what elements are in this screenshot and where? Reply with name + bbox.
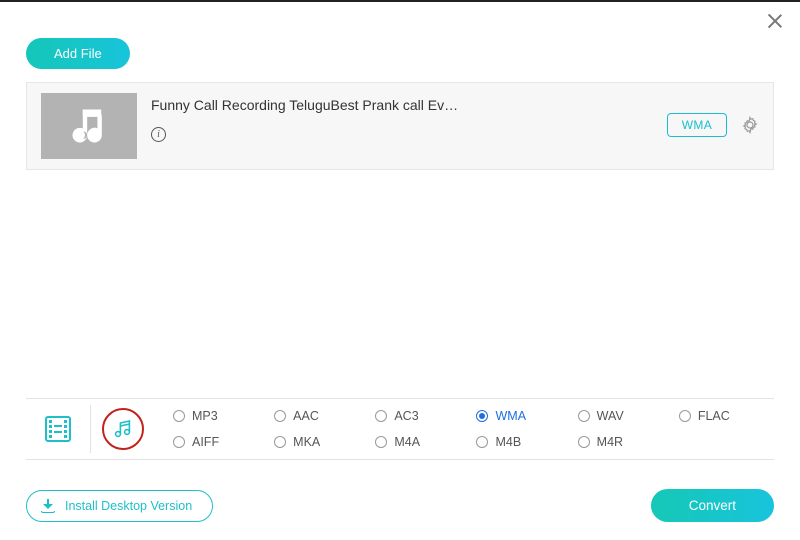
format-label: M4R — [597, 435, 623, 449]
download-icon — [41, 499, 55, 513]
format-option-wav[interactable]: WAV — [578, 409, 673, 423]
file-info: Funny Call Recording TeluguBest Prank ca… — [151, 93, 653, 142]
format-label: WMA — [495, 409, 526, 423]
format-label: AC3 — [394, 409, 418, 423]
format-option-mp3[interactable]: MP3 — [173, 409, 268, 423]
format-option-wma[interactable]: WMA — [476, 409, 571, 423]
file-row: Funny Call Recording TeluguBest Prank ca… — [27, 83, 773, 169]
install-desktop-label: Install Desktop Version — [65, 499, 192, 513]
format-option-m4a[interactable]: M4A — [375, 435, 470, 449]
file-title: Funny Call Recording TeluguBest Prank ca… — [151, 97, 481, 113]
video-type-tab[interactable] — [26, 399, 90, 459]
convert-button[interactable]: Convert — [651, 489, 774, 522]
format-label: AAC — [293, 409, 319, 423]
info-icon[interactable]: i — [151, 127, 166, 142]
format-options-grid: MP3 AAC AC3 WMA WAV AIFF MKA M4A M4B M4R… — [155, 399, 774, 459]
gear-icon[interactable] — [741, 116, 759, 134]
music-note-icon — [67, 104, 111, 148]
music-note-icon — [111, 417, 135, 441]
film-icon — [45, 416, 71, 442]
format-option-aac[interactable]: AAC — [274, 409, 369, 423]
format-option-mka[interactable]: MKA — [274, 435, 369, 449]
install-desktop-button[interactable]: Install Desktop Version — [26, 490, 213, 522]
format-option-m4r[interactable]: M4R — [578, 435, 673, 449]
file-thumbnail — [41, 93, 137, 159]
format-label: M4B — [495, 435, 521, 449]
format-selector-bar: MP3 AAC AC3 WMA WAV AIFF MKA M4A M4B M4R… — [26, 398, 774, 460]
file-list: Funny Call Recording TeluguBest Prank ca… — [26, 82, 774, 170]
add-file-button[interactable]: Add File — [26, 38, 130, 69]
highlighted-circle — [102, 408, 144, 450]
format-label: AIFF — [192, 435, 219, 449]
format-label: FLAC — [698, 409, 730, 423]
bottom-bar: Install Desktop Version Convert — [26, 489, 774, 522]
format-label: MP3 — [192, 409, 218, 423]
format-option-ac3[interactable]: AC3 — [375, 409, 470, 423]
format-option-m4b[interactable]: M4B — [476, 435, 571, 449]
format-option-aiff[interactable]: AIFF — [173, 435, 268, 449]
output-format-badge[interactable]: WMA — [667, 113, 727, 137]
format-label: WAV — [597, 409, 624, 423]
format-label: M4A — [394, 435, 420, 449]
close-icon[interactable] — [764, 10, 786, 32]
audio-type-tab[interactable] — [91, 399, 155, 459]
format-label: MKA — [293, 435, 320, 449]
window-top-border — [0, 0, 800, 2]
format-option-flac[interactable]: FLAC — [679, 409, 774, 423]
